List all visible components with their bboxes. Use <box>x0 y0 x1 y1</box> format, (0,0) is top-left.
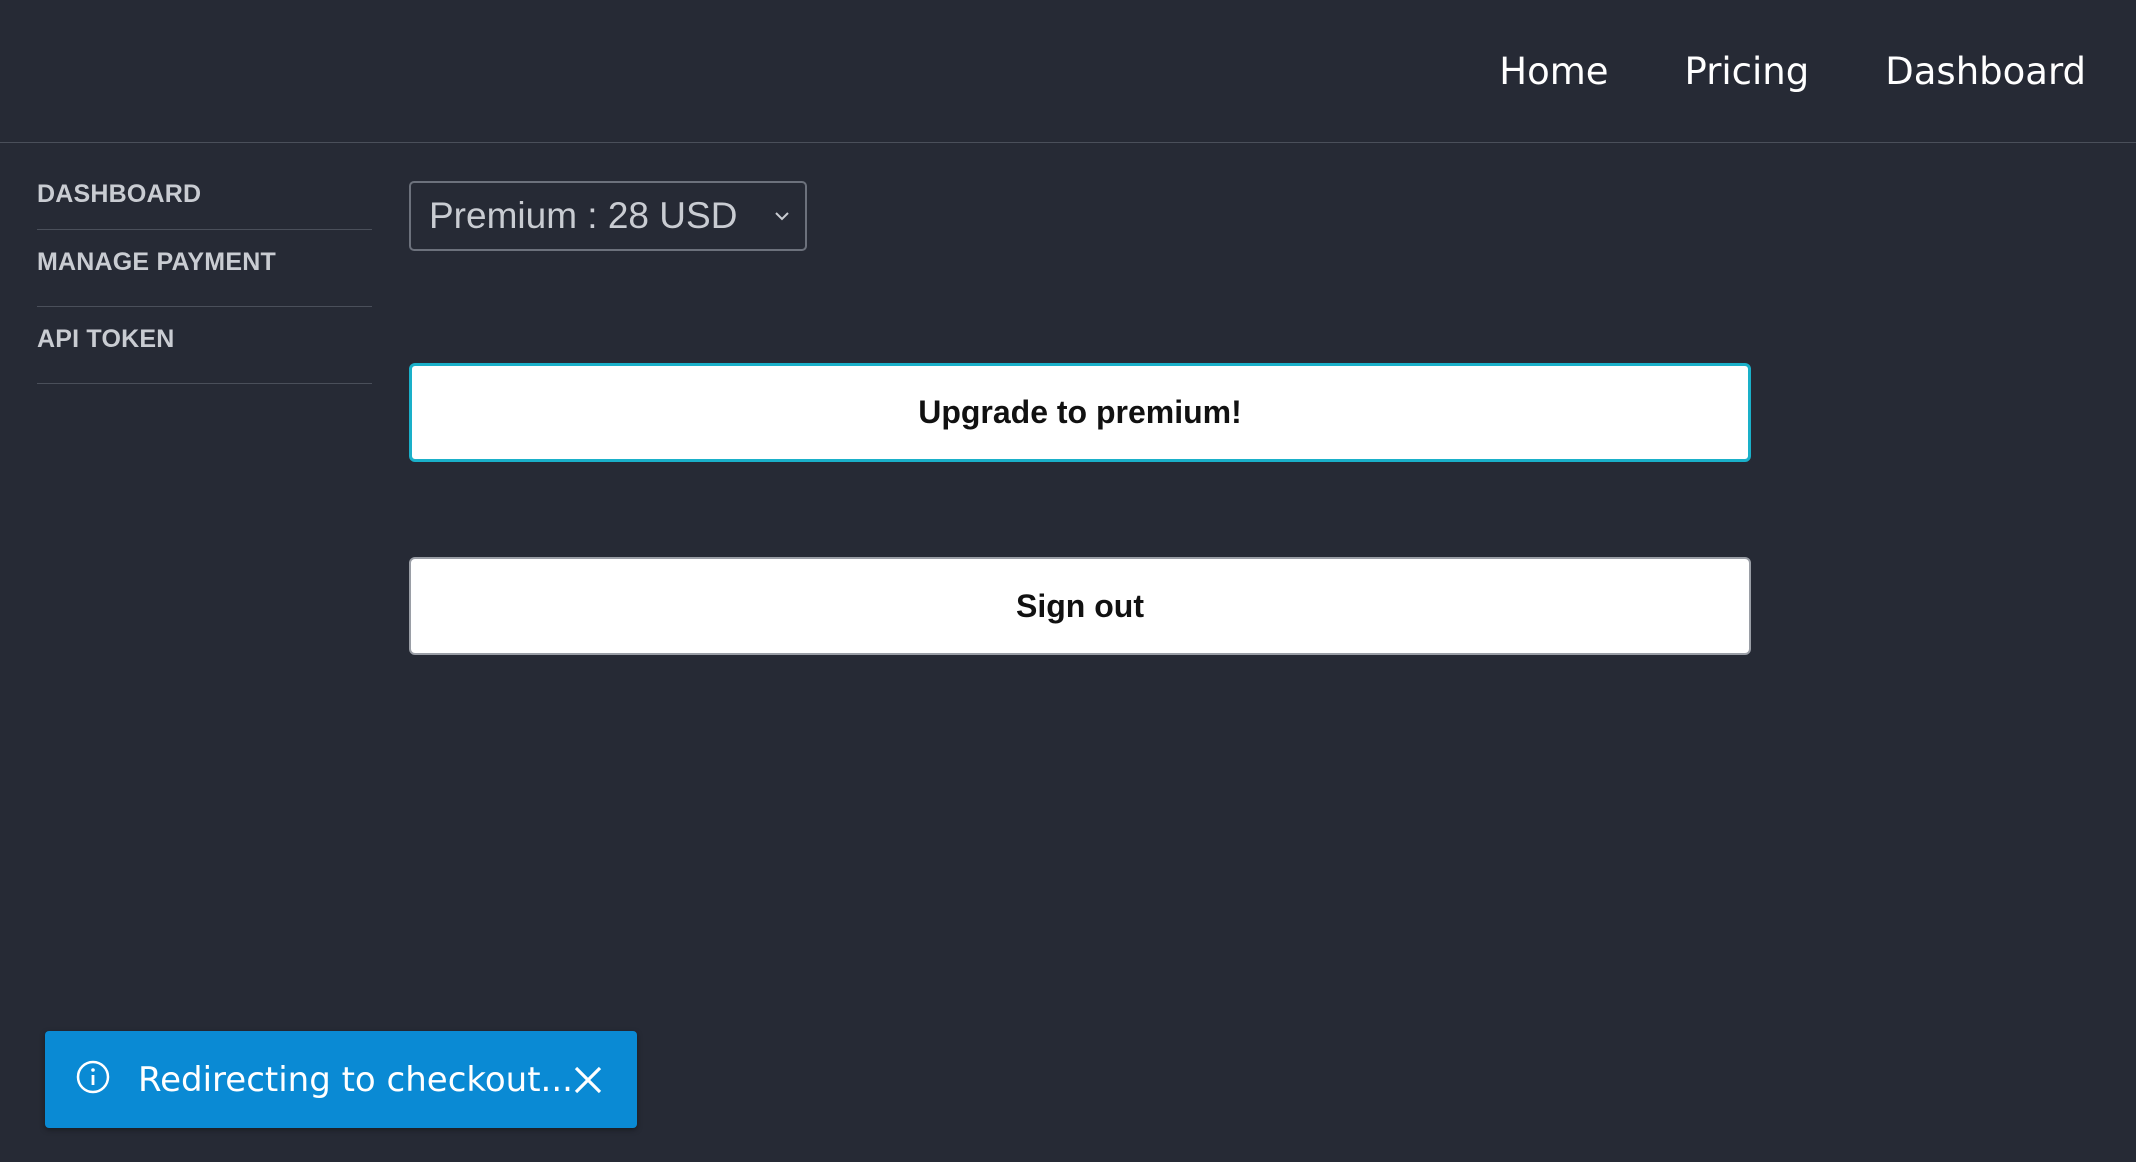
sidebar-item-label: MANAGE PAYMENT <box>37 247 276 276</box>
nav-dashboard-link[interactable]: Dashboard <box>1885 50 2086 93</box>
nav-pricing-link[interactable]: Pricing <box>1685 50 1810 93</box>
top-navbar: Home Pricing Dashboard <box>0 0 2136 143</box>
sidebar-item-label: DASHBOARD <box>37 180 202 208</box>
upgrade-button[interactable]: Upgrade to premium! <box>409 363 1751 462</box>
toast-message: Redirecting to checkout... <box>138 1059 573 1100</box>
nav-home-link[interactable]: Home <box>1499 50 1608 93</box>
close-icon[interactable] <box>573 1065 603 1095</box>
plan-select[interactable]: Premium : 28 USD <box>409 181 807 251</box>
sidebar-item-manage-payment[interactable]: MANAGE PAYMENT <box>37 230 372 307</box>
chevron-down-icon <box>775 212 789 221</box>
sidebar-item-dashboard[interactable]: DASHBOARD <box>37 172 372 230</box>
sign-out-button[interactable]: Sign out <box>409 557 1751 655</box>
info-icon <box>76 1060 110 1094</box>
sidebar: DASHBOARD MANAGE PAYMENT API TOKEN <box>37 180 372 384</box>
sidebar-item-label: API TOKEN <box>37 324 175 353</box>
toast-notification: Redirecting to checkout... <box>45 1031 637 1128</box>
plan-select-value: Premium : 28 USD <box>429 195 738 236</box>
sidebar-item-api-token[interactable]: API TOKEN <box>37 307 372 384</box>
main-nav: Home Pricing Dashboard <box>1499 0 2086 143</box>
